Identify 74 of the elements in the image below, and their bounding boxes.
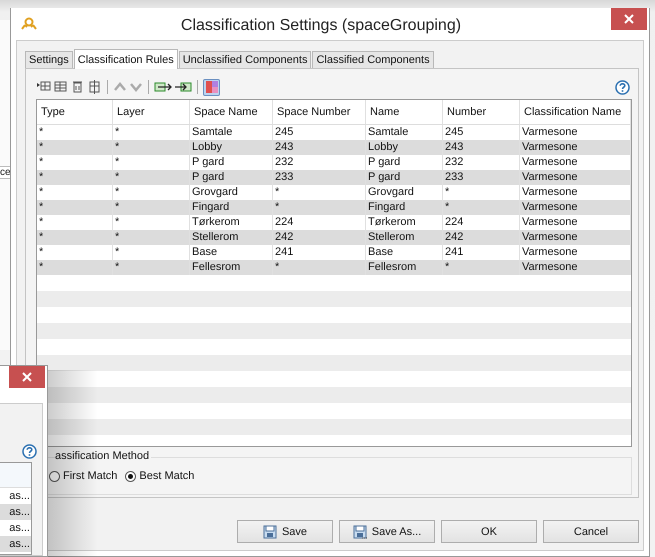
table-cell: * — [112, 200, 190, 215]
app-logo-icon — [21, 17, 37, 31]
column-header[interactable]: Space Name — [190, 100, 272, 124]
radio-option[interactable]: First Match — [49, 470, 118, 482]
table-cell: * — [112, 230, 190, 245]
table-cell: * — [112, 170, 190, 185]
table-cell: * — [37, 260, 112, 275]
tab[interactable]: Classified Components — [312, 51, 434, 68]
table-cell: * — [272, 200, 366, 215]
close-button[interactable] — [9, 366, 45, 388]
radio-option[interactable]: Best Match — [125, 470, 194, 482]
close-icon — [22, 372, 32, 382]
table-cell: * — [112, 260, 190, 275]
close-button[interactable] — [611, 8, 647, 30]
column-header[interactable]: Name — [366, 100, 442, 124]
dialog-button[interactable]: Save As... — [339, 520, 435, 543]
table-cell: 233 — [272, 170, 366, 185]
table-cell: P gard — [366, 170, 442, 185]
table-cell: Fingard — [366, 200, 442, 215]
window-title: Classification Settings (spaceGrouping) — [180, 17, 462, 35]
table-cell: Lobby — [190, 140, 272, 155]
table-cell: * — [442, 200, 520, 215]
help-icon[interactable] — [22, 444, 37, 459]
table-cell: as... — [0, 536, 31, 552]
color-blocks-icon — [206, 81, 218, 93]
export-icon[interactable] — [174, 80, 192, 94]
group-label: assification Method — [55, 450, 152, 462]
column-header[interactable]: Classification Name — [520, 100, 630, 124]
table-cell: Varmesone — [520, 230, 630, 245]
table-cell: * — [112, 140, 190, 155]
color-toggle-button[interactable] — [203, 78, 220, 96]
table-columns-icon[interactable] — [87, 80, 102, 94]
table-cell: Varmesone — [520, 200, 630, 215]
table-cell: * — [37, 140, 112, 155]
table-rows-icon[interactable] — [53, 80, 68, 94]
table-cell: * — [37, 170, 112, 185]
table-cell: Fingard — [190, 200, 272, 215]
table-cell: 242 — [272, 230, 366, 245]
delete-row-icon[interactable] — [70, 80, 85, 94]
help-icon[interactable] — [615, 80, 630, 94]
dialog-button[interactable]: Save — [237, 520, 333, 543]
table-cell: Stellerom — [366, 230, 442, 245]
table-cell-text: as... — [8, 489, 31, 504]
column-header[interactable]: Number — [442, 100, 520, 124]
table-cell: Stellerom — [190, 230, 272, 245]
column-header[interactable]: Type — [37, 100, 112, 124]
column-header[interactable]: Layer — [112, 100, 190, 124]
table-cell: 243 — [442, 140, 520, 155]
column-header[interactable]: Space Number — [272, 100, 366, 124]
table-cell: Lobby — [366, 140, 442, 155]
table-cell: * — [37, 200, 112, 215]
table-cell: 242 — [442, 230, 520, 245]
table-cell: 243 — [272, 140, 366, 155]
table-cell: as... — [0, 504, 31, 520]
close-icon — [624, 14, 634, 24]
dialog-button[interactable]: Cancel — [543, 520, 639, 543]
table-cell: * — [37, 230, 112, 245]
table-cell: * — [272, 260, 366, 275]
table-cell-text: as... — [8, 521, 31, 536]
table-cell: P gard — [190, 170, 272, 185]
tab[interactable]: Unclassified Components — [178, 51, 312, 68]
table-cell: * — [442, 260, 520, 275]
table-cell: Varmesone — [520, 260, 630, 275]
radio-button[interactable] — [49, 470, 60, 482]
table-cell: Varmesone — [520, 140, 630, 155]
import-icon[interactable] — [154, 80, 172, 94]
table-cell: Fellesrom — [190, 260, 272, 275]
tab[interactable]: Settings — [25, 51, 73, 68]
table-cell: Fellesrom — [366, 260, 442, 275]
dialog-button[interactable]: OK — [441, 520, 537, 543]
radio-button[interactable] — [125, 470, 136, 482]
table-cell: Varmesone — [520, 170, 630, 185]
tab[interactable]: Classification Rules — [74, 49, 178, 69]
table-cell: 233 — [442, 170, 520, 185]
